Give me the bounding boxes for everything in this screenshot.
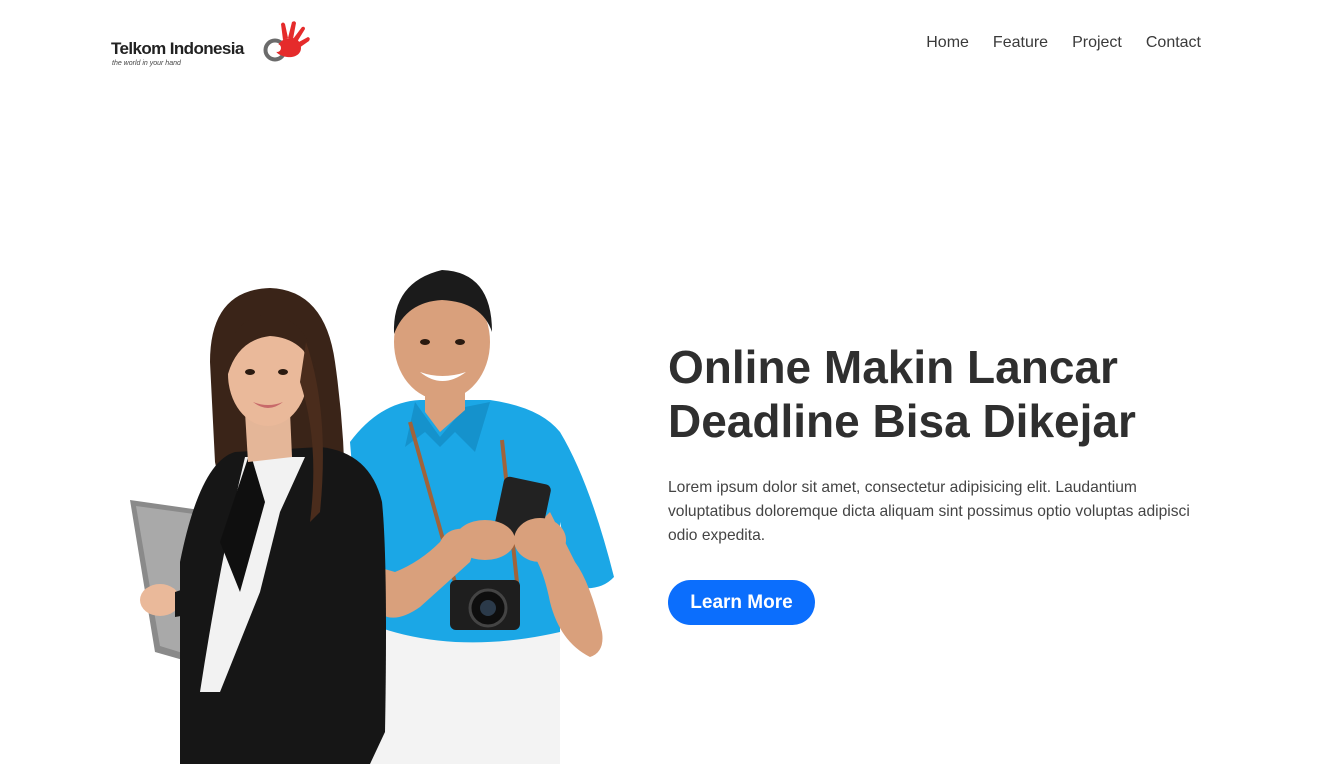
learn-more-button[interactable]: Learn More (668, 580, 815, 625)
woman-figure (130, 288, 386, 764)
brand-logo[interactable]: Telkom Indonesia the world in your hand (111, 20, 311, 72)
nav-link-project[interactable]: Project (1072, 34, 1122, 51)
nav-item-contact: Contact (1146, 34, 1201, 52)
nav-item-feature: Feature (993, 34, 1048, 52)
nav-link-contact[interactable]: Contact (1146, 34, 1201, 51)
man-figure (350, 270, 614, 764)
nav-link-home[interactable]: Home (926, 34, 969, 51)
brand-name: Telkom Indonesia (111, 39, 244, 58)
hero-title: Online Makin Lancar Deadline Bisa Dikeja… (668, 340, 1213, 448)
hero-title-line-1: Online Makin Lancar (668, 341, 1118, 393)
hero-text: Online Makin Lancar Deadline Bisa Dikeja… (668, 340, 1213, 548)
hero-title-line-2: Deadline Bisa Dikejar (668, 395, 1136, 447)
telkom-hand-logo-icon (263, 21, 310, 62)
hero-image (130, 270, 614, 764)
nav-menu: Home Feature Project Contact (926, 34, 1201, 52)
nav-item-project: Project (1072, 34, 1122, 52)
nav-item-home: Home (926, 34, 969, 52)
hero-description: Lorem ipsum dolor sit amet, consectetur … (668, 479, 1190, 544)
nav-link-feature[interactable]: Feature (993, 34, 1048, 51)
brand-tagline: the world in your hand (112, 60, 181, 67)
navbar: Telkom Indonesia the world in your hand … (0, 0, 1329, 90)
